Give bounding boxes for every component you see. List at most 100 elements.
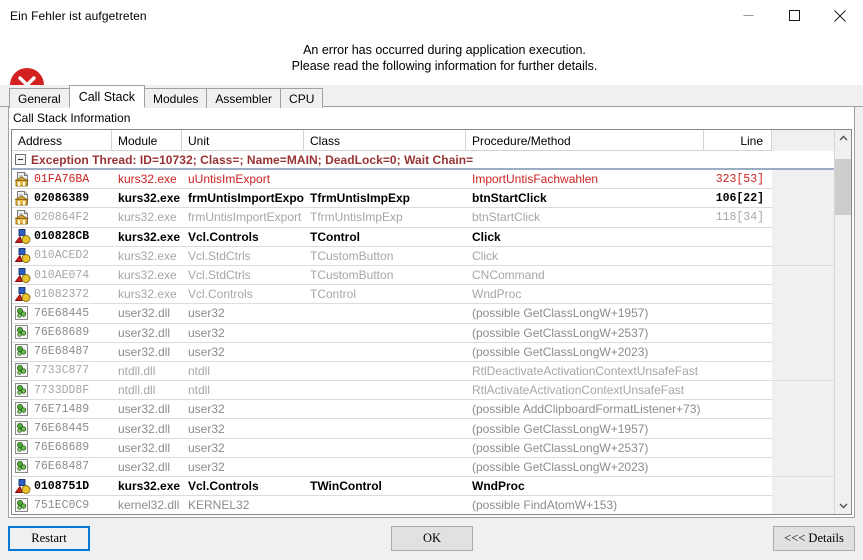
cell-filler bbox=[772, 265, 834, 285]
address-value: 010ACED2 bbox=[34, 249, 90, 263]
table-row[interactable]: 020864F2 kurs32.exe frmUntisImportExport Tf… bbox=[12, 207, 834, 228]
error-message-line1: An error has occurred during application… bbox=[303, 43, 586, 57]
cell-filler bbox=[772, 342, 834, 362]
cell-class: TControl bbox=[310, 287, 357, 302]
cell-filler bbox=[772, 457, 834, 477]
cell-procedure: btnStartClick bbox=[472, 210, 541, 225]
maximize-button[interactable] bbox=[771, 0, 817, 31]
close-icon bbox=[834, 9, 846, 22]
table-row[interactable]: 76E68487 user32.dll user32 (possible GetCla… bbox=[12, 457, 834, 477]
cell-line bbox=[704, 496, 772, 514]
dialog-footer: Restart OK <<< Details bbox=[0, 518, 863, 560]
column-header-address[interactable]: Address bbox=[12, 130, 112, 151]
column-header-module[interactable]: Module bbox=[112, 130, 182, 151]
cell-class bbox=[304, 304, 466, 323]
cell-procedure: (possible AddClipboardFormatListener+73) bbox=[472, 402, 701, 417]
tab-cpu[interactable]: CPU bbox=[280, 88, 324, 108]
dll-module-icon bbox=[12, 440, 34, 455]
tab-modules[interactable]: Modules bbox=[143, 88, 208, 108]
cell-module: ntdll.dll bbox=[118, 383, 156, 398]
cell-class: TfrmUntisImpExp bbox=[310, 191, 411, 206]
address-value: 010828CB bbox=[34, 230, 90, 244]
cell-filler bbox=[772, 284, 834, 304]
tab-call-stack[interactable]: Call Stack bbox=[68, 85, 145, 108]
table-row[interactable]: 010828CB kurs32.exe Vcl.Controls TControl Cl… bbox=[12, 227, 834, 247]
scroll-up-button[interactable] bbox=[834, 130, 851, 147]
cell-procedure: btnStartClick bbox=[472, 191, 547, 206]
table-row[interactable]: 0108751D kurs32.exe Vcl.Controls TWinContro… bbox=[12, 476, 834, 497]
cell-module: kurs32.exe bbox=[118, 479, 181, 494]
table-row[interactable]: 76E68445 user32.dll user32 (possible GetCla… bbox=[12, 419, 834, 439]
details-button[interactable]: <<< Details bbox=[773, 526, 855, 551]
address-value: 01FA76BA bbox=[34, 172, 90, 186]
cell-procedure: WndProc bbox=[472, 479, 525, 494]
column-header-line[interactable]: Line bbox=[704, 130, 772, 151]
table-row[interactable]: 01082372 kurs32.exe Vcl.Controls TControl Wn… bbox=[12, 284, 834, 305]
address-value: 7733DD8F bbox=[34, 383, 90, 397]
scrollbar-track[interactable] bbox=[834, 147, 851, 497]
cell-module: user32.dll bbox=[118, 325, 171, 340]
column-header-unit[interactable]: Unit bbox=[182, 130, 304, 151]
table-row[interactable]: 010AE074 kurs32.exe Vcl.StdCtrls TCustomBut… bbox=[12, 265, 834, 286]
window-title: Ein Fehler ist aufgetreten bbox=[10, 8, 147, 23]
cell-address: 0108751D bbox=[12, 477, 112, 496]
table-row[interactable]: 7733DD8F ntdll.dll ntdll RtlActivateActivat… bbox=[12, 380, 834, 401]
cell-module: user32.dll bbox=[118, 440, 171, 455]
address-value: 010AE074 bbox=[34, 268, 90, 282]
cell-class bbox=[304, 323, 466, 342]
dll-module-icon bbox=[12, 459, 34, 474]
table-row[interactable]: 76E71489 user32.dll user32 (possible AddCli… bbox=[12, 399, 834, 420]
cell-procedure: RtlActivateActivationContextUnsafeFast bbox=[472, 383, 685, 398]
table-row[interactable]: 7733C877 ntdll.dll ntdll RtlDeactivateActiv… bbox=[12, 361, 834, 382]
table-row[interactable]: 76E68689 user32.dll user32 (possible GetCla… bbox=[12, 323, 834, 343]
cell-line bbox=[704, 266, 772, 285]
cell-module: ntdll.dll bbox=[118, 363, 156, 378]
cell-procedure: (possible GetClassLongW+2537) bbox=[472, 440, 649, 455]
minimize-button[interactable] bbox=[725, 0, 771, 31]
cell-module: user32.dll bbox=[118, 402, 171, 417]
vcl-package-icon bbox=[12, 248, 34, 264]
vcl-package-icon bbox=[12, 229, 34, 245]
table-row[interactable]: 02086389 kurs32.exe frmUntisImportExport Tf… bbox=[12, 188, 834, 209]
cell-line bbox=[704, 246, 772, 265]
cell-procedure: (possible GetClassLongW+2023) bbox=[472, 344, 649, 359]
column-header-procedure[interactable]: Procedure/Method bbox=[466, 130, 704, 151]
table-row[interactable]: 76E68445 user32.dll user32 (possible GetCla… bbox=[12, 303, 834, 324]
grid-vertical-scrollbar[interactable] bbox=[834, 130, 851, 514]
close-button[interactable] bbox=[817, 0, 863, 31]
exception-thread-header[interactable]: Exception Thread: ID=10732; Class=; Name… bbox=[12, 151, 834, 170]
cell-class: TControl bbox=[310, 229, 360, 244]
cell-unit: ntdll bbox=[188, 383, 211, 398]
cell-filler bbox=[772, 170, 834, 189]
table-row[interactable]: 76E68689 user32.dll user32 (possible GetCla… bbox=[12, 438, 834, 458]
tab-label: Assembler bbox=[215, 91, 273, 106]
cell-module: user32.dll bbox=[118, 344, 171, 359]
address-value: 751EC0C9 bbox=[34, 498, 90, 512]
cell-filler bbox=[772, 227, 834, 247]
cell-filler bbox=[772, 303, 834, 323]
cell-module: user32.dll bbox=[118, 306, 171, 321]
cell-address: 76E68445 bbox=[12, 304, 112, 323]
tab-assembler[interactable]: Assembler bbox=[206, 88, 282, 108]
restart-button[interactable]: Restart bbox=[8, 526, 90, 551]
table-row[interactable]: 76E68487 user32.dll user32 (possible GetCla… bbox=[12, 342, 834, 362]
ok-button[interactable]: OK bbox=[391, 526, 473, 551]
scroll-down-button[interactable] bbox=[834, 497, 851, 514]
dll-module-icon bbox=[12, 325, 34, 340]
cell-unit: frmUntisImportExport bbox=[188, 210, 302, 225]
table-row[interactable]: 751EC0C9 kernel32.dll KERNEL32 (possible Fi… bbox=[12, 495, 834, 514]
cell-line bbox=[704, 438, 772, 457]
column-header-class[interactable]: Class bbox=[304, 130, 466, 151]
cell-unit: user32 bbox=[188, 421, 225, 436]
cell-line bbox=[704, 304, 772, 323]
cell-module: user32.dll bbox=[118, 421, 171, 436]
table-row[interactable]: 01FA76BA kurs32.exe uUntisImExport ImportUn… bbox=[12, 170, 834, 190]
tab-general[interactable]: General bbox=[9, 88, 70, 108]
cell-address: 7733C877 bbox=[12, 361, 112, 380]
address-value: 76E68689 bbox=[34, 326, 90, 340]
grid-header-row: Address Module Unit Class Procedure/Meth… bbox=[12, 130, 834, 151]
cell-address: 010AE074 bbox=[12, 266, 112, 285]
collapse-expander-icon[interactable] bbox=[15, 154, 26, 165]
table-row[interactable]: 010ACED2 kurs32.exe Vcl.StdCtrls TCustomBut… bbox=[12, 246, 834, 266]
scrollbar-thumb[interactable] bbox=[834, 159, 851, 215]
